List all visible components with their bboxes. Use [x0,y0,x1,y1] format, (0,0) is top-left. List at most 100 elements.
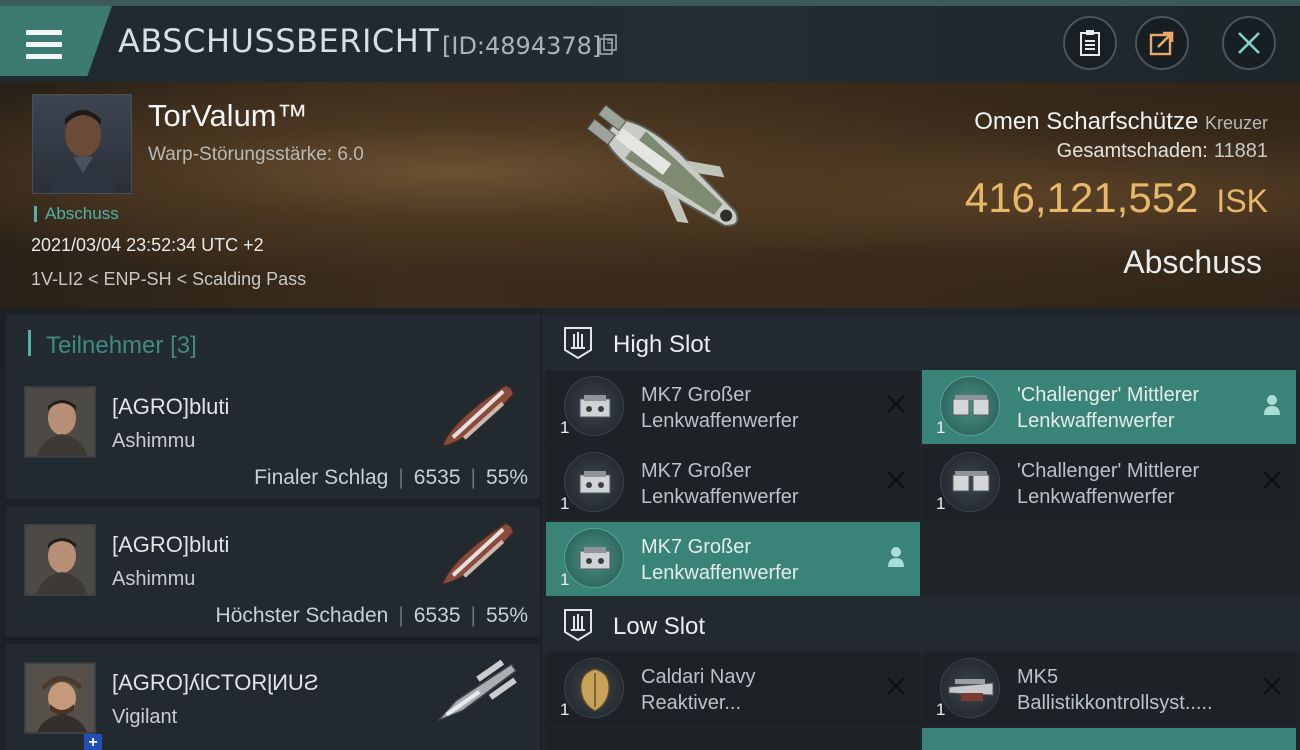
copy-icon[interactable] [598,34,618,56]
high-slot-icon [564,327,592,360]
top-accent-line [0,0,1300,6]
module-qty: 1 [560,494,570,513]
armor-hardener-icon [564,658,624,718]
module-qty: 1 [560,570,570,589]
menu-button[interactable] [0,6,112,76]
damage-value: 11881 [1213,140,1268,162]
victim-ship-image [586,104,739,227]
destroyed-icon [886,676,906,696]
close-button[interactable] [1222,16,1276,70]
header-accent-bar [28,330,31,356]
damage-label: Gesamtschaden: [1056,140,1208,162]
destroyed-icon [886,394,906,414]
participant-ship-image [441,522,515,586]
launcher-icon [564,528,624,588]
kill-datetime: 2021/03/04 23:52:34 UTC +2 [31,235,264,255]
module-item[interactable]: 1 'Challenger' Mittlerer Lenkwaffenwerfer [922,446,1296,520]
participant-ship: Ashimmu [112,568,196,590]
module-qty: 1 [936,418,946,437]
plus-icon: + [84,734,102,750]
page-title: ABSCHUSSBERICHT [118,22,440,60]
victim-banner: TorValum™ Warp-Störungsstärke: 6.0 Absch… [0,82,1300,308]
clipboard-button[interactable] [1063,16,1117,70]
total-damage: Gesamtschaden: 11881 [1057,140,1268,163]
participant-ship: Ashimmu [112,430,196,452]
launcher-icon [564,376,624,436]
victim-avatar[interactable] [32,94,132,194]
module-name: MK7 Großer Lenkwaffenwerfer [641,460,799,508]
kill-tag: Abschuss [34,205,119,222]
participant-avatar[interactable] [24,386,96,458]
module-name: MK7 Großer Lenkwaffenwerfer [641,384,799,432]
participant-role: Höchster Schaden [215,604,389,627]
participant-damage: 6535 [413,466,461,489]
module-qty: 1 [560,700,570,719]
module-item[interactable]: 1 MK7 Großer Lenkwaffenwerfer [546,522,920,596]
low-slot-icon [564,609,592,642]
destroyed-icon [1262,676,1282,696]
participant-ship: Vigilant [112,706,178,728]
dropped-person-icon [1262,394,1282,416]
participant-row[interactable]: [AGRO]bluti Ashimmu Höchster Schaden | 6… [6,506,540,640]
participant-row[interactable]: + [AGRO]ʎlCΤORɭИUƧ Vigilant [6,644,540,750]
module-item[interactable]: 1 Caldari Navy Reaktiver... [546,652,920,726]
fitting-panel: High Slot 1 MK7 Großer Lenkwaffenwerfer 1… [542,308,1300,750]
module-qty: 1 [560,418,570,437]
isk-amount: 416,121,552 [964,174,1199,221]
participants-header: Teilnehmer [3] [6,314,540,370]
ship-class: Kreuzer [1204,113,1268,133]
high-slot-header: High Slot [542,314,1300,372]
high-slot-label: High Slot [613,331,711,358]
dropped-person-icon [886,546,906,568]
ship-name-text: Omen Scharfschütze [974,108,1199,135]
launcher-icon [564,452,624,512]
module-item-partial[interactable] [922,728,1296,750]
destroyed-icon [886,470,906,490]
module-name: MK5 Ballistikkontrollsyst..... [1017,666,1213,714]
participant-damage: 6535 [413,604,461,627]
share-icon [1149,31,1174,56]
participant-name[interactable]: [AGRO]ʎlCΤORɭИUƧ [112,670,319,696]
module-name: Caldari Navy Reaktiver... [641,666,756,714]
low-slot-label: Low Slot [613,613,706,640]
participant-percent: 55% [485,466,528,489]
module-item[interactable]: 1 MK5 Ballistikkontrollsyst..... [922,652,1296,726]
isk-unit: ISK [1216,183,1268,219]
module-name: MK7 Großer Lenkwaffenwerfer [641,536,799,584]
low-slot-header: Low Slot [542,596,1300,654]
top-bar: ABSCHUSSBERICHT [ID:4894378] [0,0,1300,82]
hamburger-icon [26,30,62,60]
module-item-partial[interactable] [546,728,920,750]
kill-outcome: Abschuss [1123,244,1262,280]
module-qty: 1 [936,700,946,719]
victim-ship-name[interactable]: Omen Scharfschütze Kreuzer [974,108,1268,136]
ballistic-control-icon [940,658,1000,718]
share-button[interactable] [1135,16,1189,70]
launcher-icon [940,452,1000,512]
participant-role: Finaler Schlag [254,466,389,489]
module-item[interactable]: 1 'Challenger' Mittlerer Lenkwaffenwerfer [922,370,1296,444]
isk-value: 416,121,552 ISK [965,174,1268,222]
participant-ship-image [437,659,518,722]
warp-strength: Warp-Störungsstärke: 6.0 [148,144,364,165]
participants-panel: Teilnehmer [3] [AGRO]bluti Ashimmu Final… [0,308,542,750]
participant-avatar[interactable] [24,662,96,734]
module-name: 'Challenger' Mittlerer Lenkwaffenwerfer [1017,460,1200,508]
participant-stats: Finaler Schlag | 6535 | 55% [254,466,528,489]
kill-id: [ID:4894378] [442,32,602,60]
participant-name[interactable]: [AGRO]bluti [112,532,229,558]
participant-row[interactable]: [AGRO]bluti Ashimmu Finaler Schlag | 653… [6,368,540,502]
participant-percent: 55% [485,604,528,627]
close-icon [1238,32,1260,54]
participant-stats: Höchster Schaden | 6535 | 55% [215,604,528,627]
module-name: 'Challenger' Mittlerer Lenkwaffenwerfer [1017,384,1200,432]
participant-avatar[interactable] [24,524,96,596]
participant-ship-image [441,384,515,448]
kill-location: 1V-LI2 < ENP-SH < Scalding Pass [31,269,307,289]
victim-name[interactable]: TorValum™ [148,98,308,134]
module-item[interactable]: 1 MK7 Großer Lenkwaffenwerfer [546,370,920,444]
launcher-icon [940,376,1000,436]
participant-name[interactable]: [AGRO]bluti [112,394,229,420]
participants-title: Teilnehmer [3] [46,332,197,359]
module-item[interactable]: 1 MK7 Großer Lenkwaffenwerfer [546,446,920,520]
